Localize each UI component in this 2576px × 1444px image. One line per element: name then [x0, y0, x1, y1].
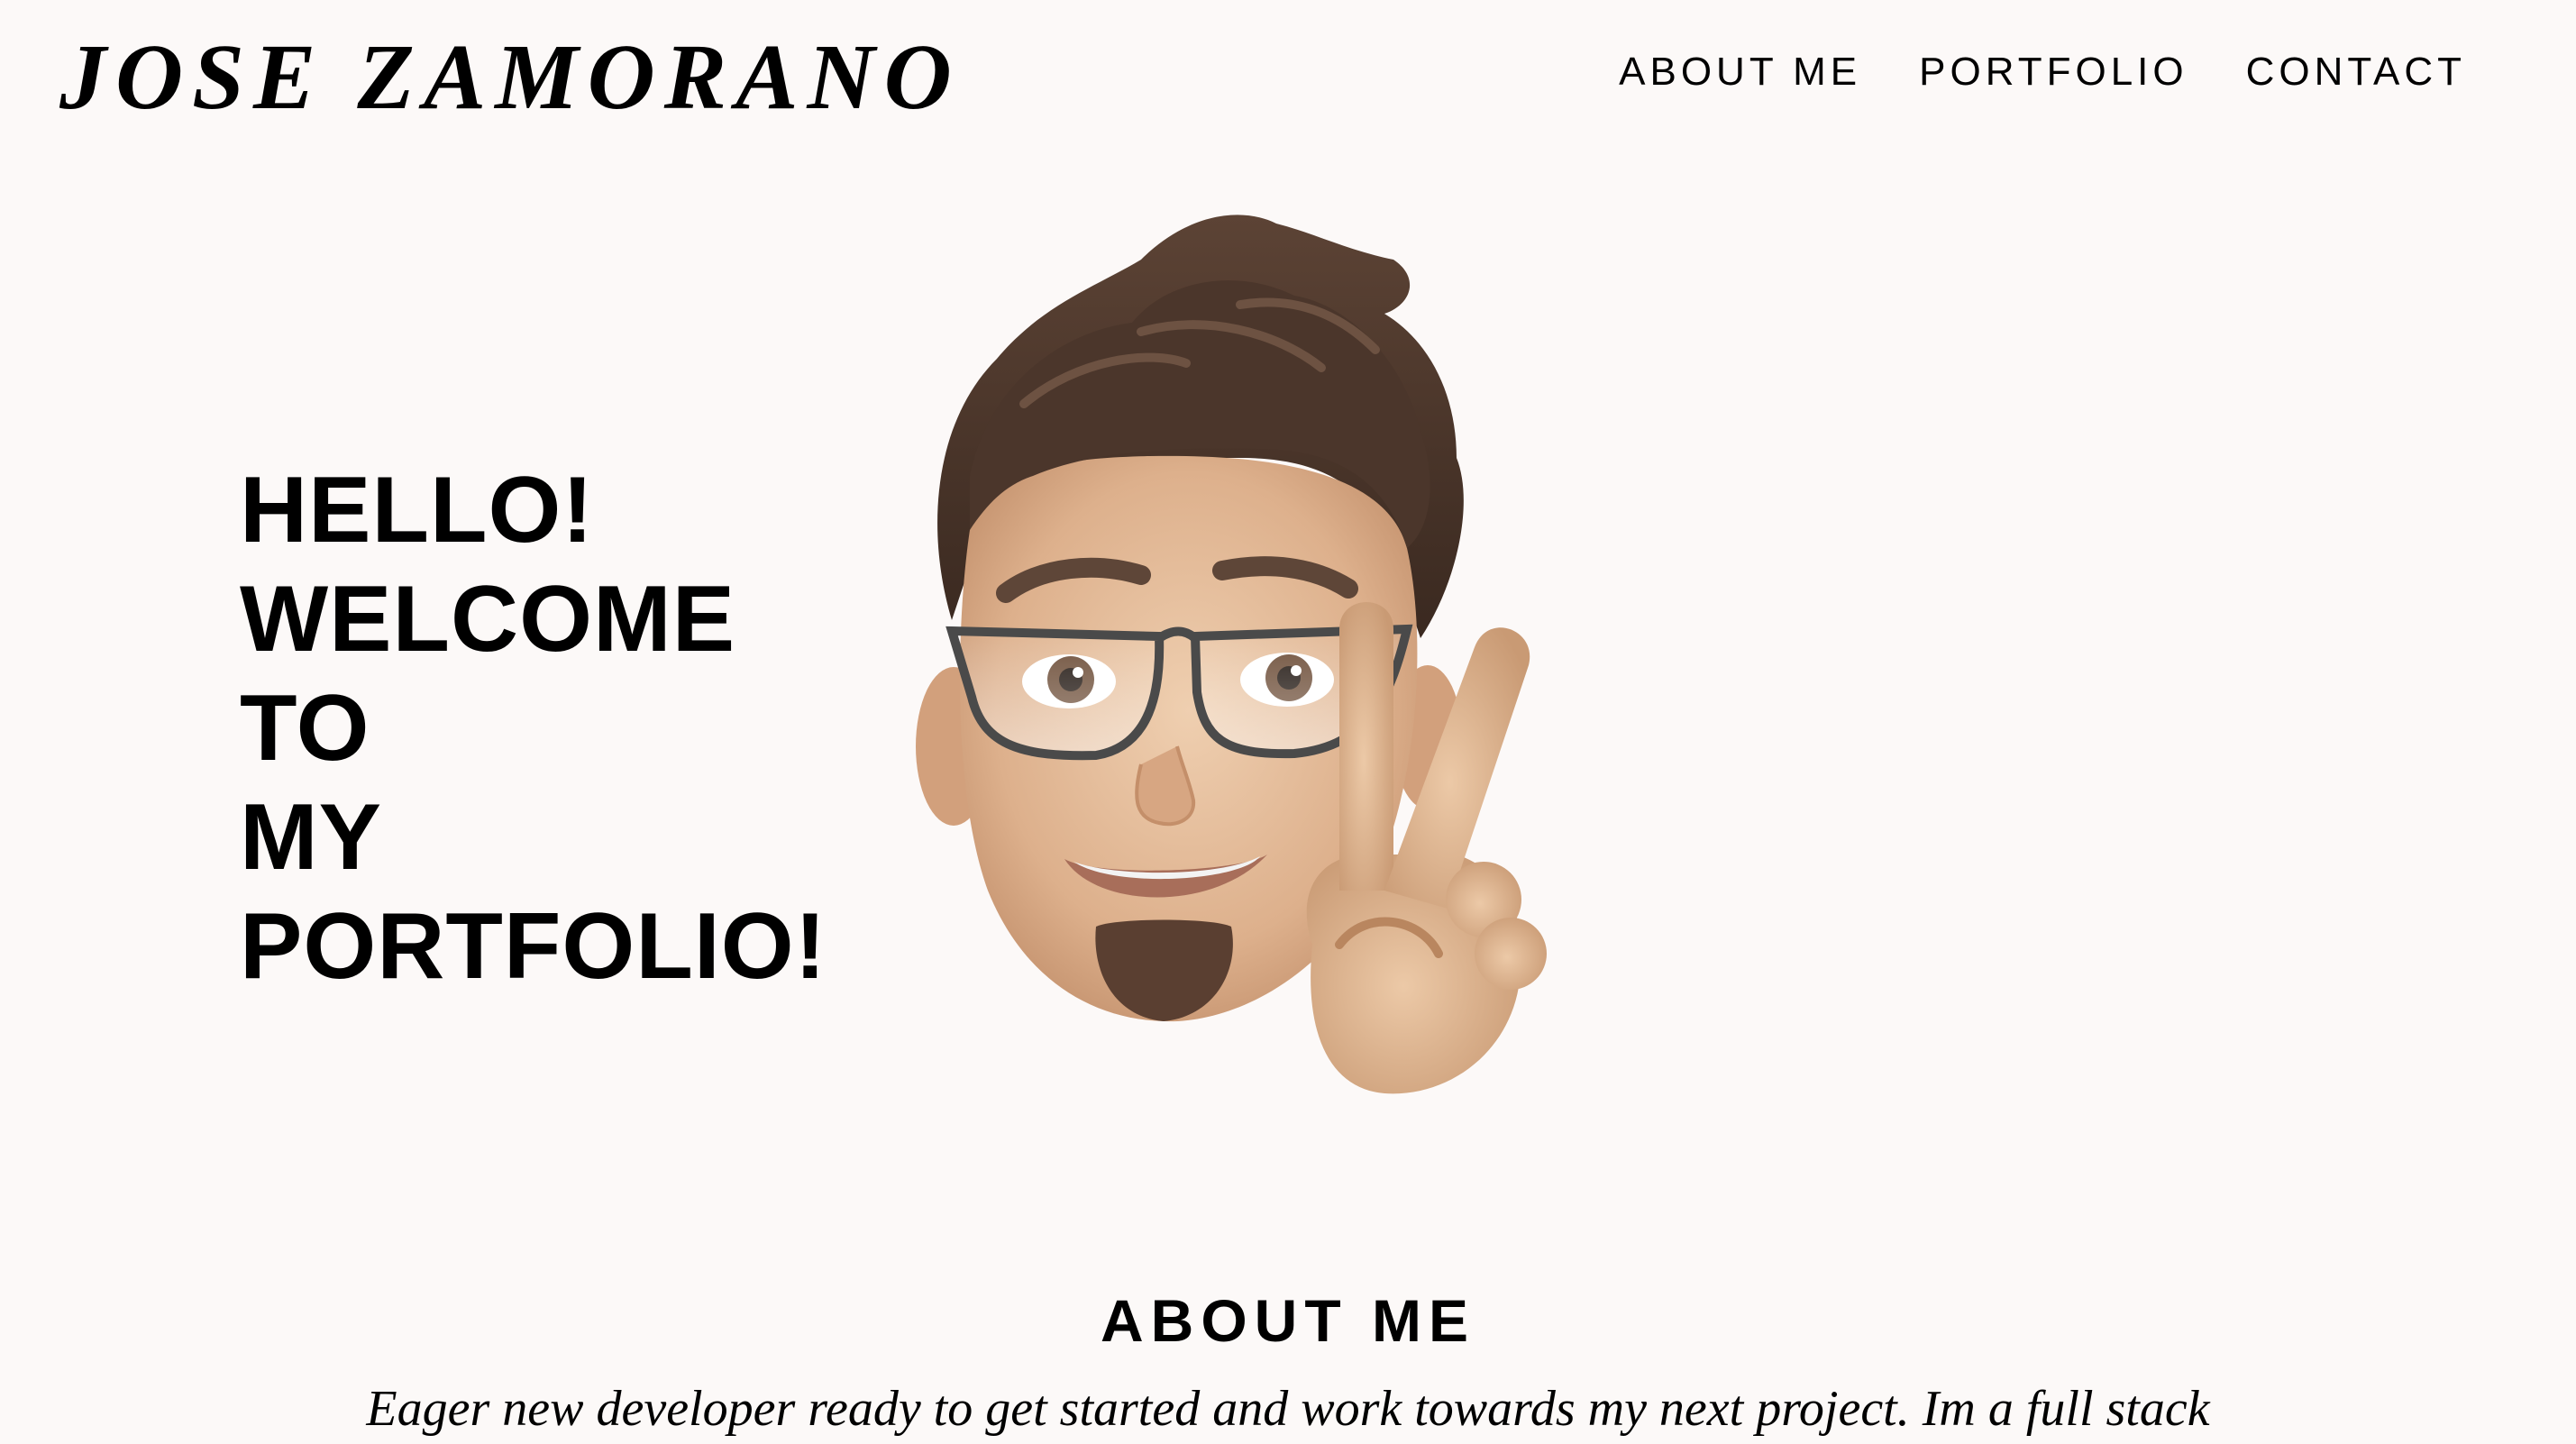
nav-portfolio[interactable]: PORTFOLIO — [1919, 52, 2188, 92]
hero-line: PORTFOLIO! — [240, 894, 827, 999]
about-title: ABOUT ME — [1101, 1287, 1475, 1354]
hero-line: TO — [240, 676, 370, 781]
memoji-peace-sign-icon — [916, 215, 1547, 1094]
about-text: Eager new developer ready to get started… — [366, 1381, 2210, 1437]
hero-line: MY — [240, 785, 382, 890]
nav-about-me[interactable]: ABOUT ME — [1619, 52, 1861, 92]
hero-line: WELCOME — [240, 567, 736, 672]
hero-heading: HELLO! WELCOME TO MY PORTFOLIO! — [240, 456, 827, 1001]
hero-line: HELLO! — [240, 458, 595, 562]
site-logo[interactable]: JOSE ZAMORANO — [59, 31, 961, 124]
nav-contact[interactable]: CONTACT — [2246, 52, 2466, 92]
main-nav: ABOUT ME PORTFOLIO CONTACT — [1619, 52, 2466, 92]
